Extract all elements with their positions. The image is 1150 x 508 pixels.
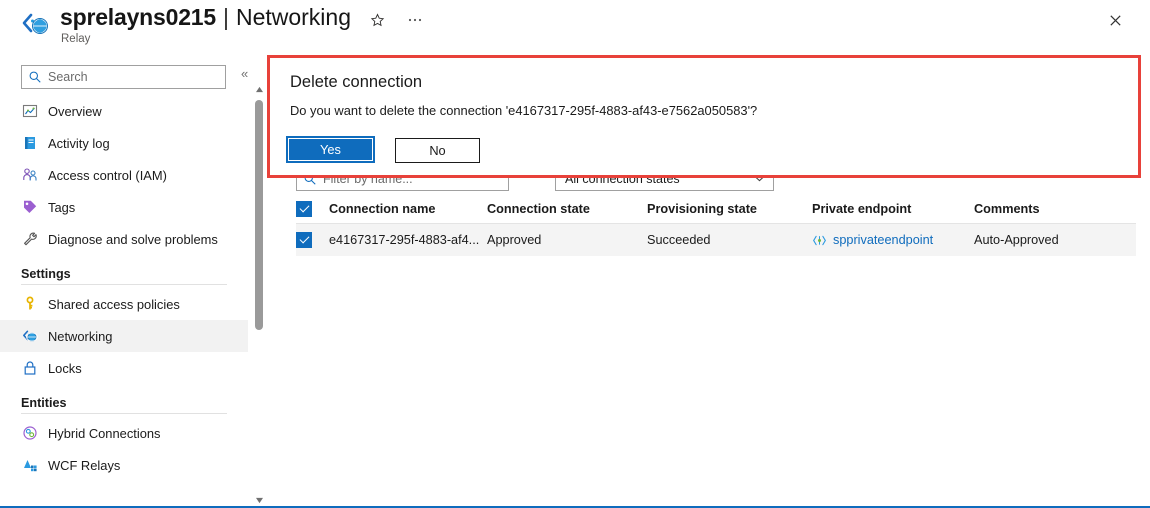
search-placeholder: Search <box>48 70 88 84</box>
sidebar-item-label: Activity log <box>48 135 110 151</box>
blade-sidebar: Search « Overview Activity log Access co… <box>0 52 252 508</box>
lock-icon <box>21 360 38 377</box>
sidebar-item-hybrid-connections[interactable]: Hybrid Connections <box>0 417 248 449</box>
confirm-yes-button[interactable]: Yes <box>286 136 375 163</box>
search-input[interactable]: Search <box>21 65 226 89</box>
page-title: sprelayns0215 | Networking Relay <box>60 2 351 45</box>
row-checkbox-cell[interactable] <box>296 232 329 248</box>
wcf-relays-icon <box>21 457 38 474</box>
sidebar-item-wcf-relays[interactable]: WCF Relays <box>0 449 248 481</box>
cell-connection-state: Approved <box>487 233 542 247</box>
blade-name: Networking <box>235 4 351 30</box>
column-header-connection-state[interactable]: Connection state <box>487 202 647 216</box>
sidebar-item-overview[interactable]: Overview <box>0 95 248 127</box>
collapse-sidebar-icon[interactable]: « <box>241 67 248 81</box>
sidebar-item-activity-log[interactable]: Activity log <box>0 127 248 159</box>
column-header-provisioning-state[interactable]: Provisioning state <box>647 202 812 216</box>
sidebar-nav: Overview Activity log Access control (IA… <box>0 95 248 481</box>
sidebar-item-tags[interactable]: Tags <box>0 191 248 223</box>
select-all-checkbox[interactable] <box>296 200 312 217</box>
sidebar-item-networking[interactable]: Networking <box>0 320 248 352</box>
sidebar-item-diagnose[interactable]: Diagnose and solve problems <box>0 223 248 255</box>
column-header-comments[interactable]: Comments <box>974 202 1134 216</box>
sidebar-item-label: WCF Relays <box>48 457 121 473</box>
cell-provisioning-state: Succeeded <box>647 233 711 247</box>
sidebar-item-label: Diagnose and solve problems <box>48 231 218 247</box>
access-control-icon <box>21 167 38 184</box>
sidebar-item-label: Networking <box>48 328 113 344</box>
private-endpoint-link[interactable]: spprivateendpoint <box>833 233 933 247</box>
sidebar-scrollbar[interactable] <box>252 52 266 508</box>
sidebar-item-label: Overview <box>48 103 102 119</box>
diagnose-icon <box>21 231 38 248</box>
tags-icon <box>21 199 38 216</box>
networking-icon <box>21 328 38 345</box>
title-separator: | <box>222 4 229 30</box>
overview-icon <box>21 103 38 120</box>
sidebar-group-entities: Entities <box>21 396 67 410</box>
select-all-checkbox-cell[interactable] <box>296 200 329 217</box>
star-icon[interactable] <box>365 8 389 32</box>
sidebar-group-settings: Settings <box>21 267 71 281</box>
scrollbar-thumb[interactable] <box>255 100 263 330</box>
sidebar-item-shared-access-policies[interactable]: Shared access policies <box>0 288 248 320</box>
connections-table: Connection name Connection state Provisi… <box>296 194 1136 256</box>
private-endpoint-icon <box>812 233 827 248</box>
confirm-no-button[interactable]: No <box>395 138 480 163</box>
azure-portal-blade: sprelayns0215 | Networking Relay Search … <box>0 0 1150 508</box>
activity-log-icon <box>21 135 38 152</box>
close-icon[interactable] <box>1102 7 1128 33</box>
sidebar-item-access-control[interactable]: Access control (IAM) <box>0 159 248 191</box>
sidebar-divider <box>21 413 227 414</box>
scroll-up-icon[interactable] <box>252 82 266 97</box>
column-header-connection-name[interactable]: Connection name <box>329 202 487 216</box>
sidebar-divider <box>21 284 227 285</box>
key-icon <box>21 296 38 313</box>
hybrid-connections-icon <box>21 425 38 442</box>
sidebar-item-label: Shared access policies <box>48 296 180 312</box>
resource-type-caption: Relay <box>61 33 91 45</box>
resource-name: sprelayns0215 <box>60 4 216 30</box>
table-header-row: Connection name Connection state Provisi… <box>296 194 1136 224</box>
blade-header: sprelayns0215 | Networking Relay <box>0 0 1150 52</box>
cell-comments: Auto-Approved <box>974 233 1059 247</box>
dialog-message: Do you want to delete the connection 'e4… <box>290 103 758 118</box>
row-checkbox[interactable] <box>296 232 312 248</box>
cell-connection-name: e4167317-295f-4883-af4... <box>329 233 480 247</box>
dialog-title: Delete connection <box>290 73 423 91</box>
dialog-buttons: Yes No <box>286 136 480 163</box>
sidebar-item-label: Access control (IAM) <box>48 167 167 183</box>
relay-networking-icon <box>20 8 52 40</box>
sidebar-item-label: Hybrid Connections <box>48 425 161 441</box>
delete-connection-dialog: Delete connection Do you want to delete … <box>267 55 1141 178</box>
column-header-private-endpoint[interactable]: Private endpoint <box>812 202 974 216</box>
cell-private-endpoint: spprivateendpoint <box>812 233 974 248</box>
sidebar-item-locks[interactable]: Locks <box>0 352 248 384</box>
ellipsis-icon[interactable] <box>403 8 427 32</box>
search-icon <box>28 70 42 84</box>
sidebar-item-label: Tags <box>48 199 76 215</box>
table-row[interactable]: e4167317-295f-4883-af4... Approved Succe… <box>296 224 1136 256</box>
sidebar-item-label: Locks <box>48 360 82 376</box>
